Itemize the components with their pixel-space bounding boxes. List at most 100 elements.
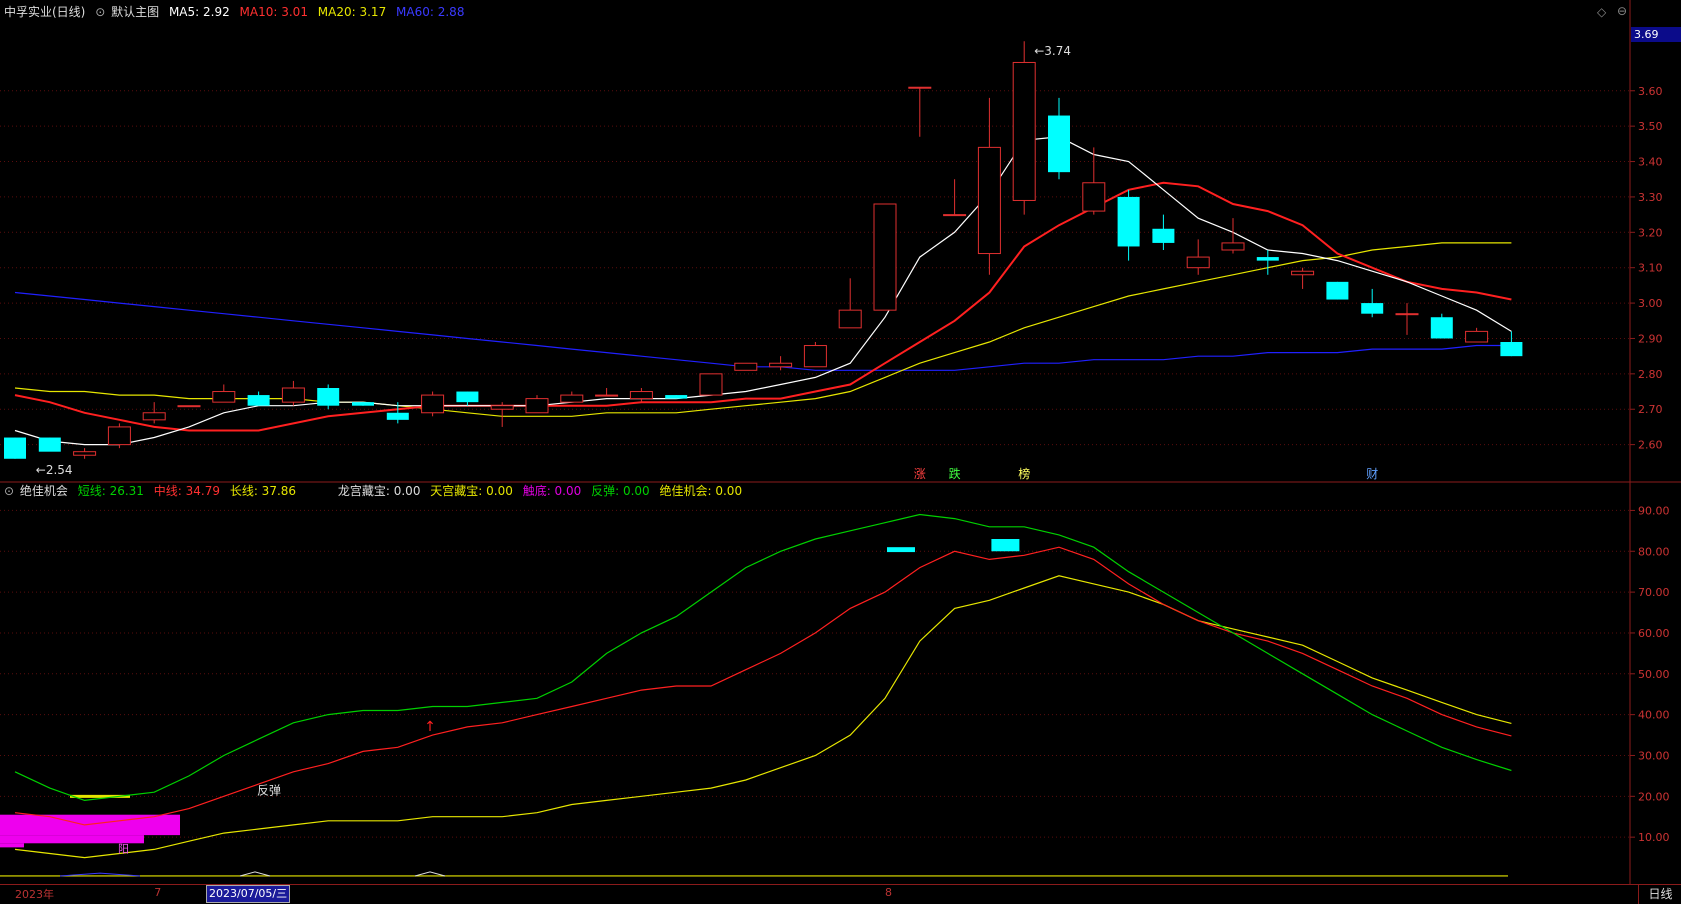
small-wave: [414, 871, 446, 877]
indicator-extra-2: 天宫藏宝: 0.00: [430, 484, 513, 498]
indicator-header: ⊙ 绝佳机会 短线: 26.31 中线: 34.79 长线: 37.86 龙宫藏…: [4, 484, 748, 498]
candle: [456, 391, 479, 403]
candle: [212, 391, 236, 403]
indicator-axis-label-3: 60.00: [1638, 627, 1670, 640]
candle: [1048, 115, 1070, 173]
template-icon[interactable]: ⊙: [95, 5, 105, 19]
peak-marker: [991, 539, 1020, 552]
candle: [629, 391, 653, 400]
event-marker-0: 涨: [914, 466, 926, 481]
candle: [595, 394, 619, 397]
mid-line: [14, 546, 1512, 826]
ma20-line: [14, 242, 1512, 417]
long-line-value: 长线: 37.86: [229, 484, 297, 498]
collapse-icon[interactable]: ⊖: [1617, 4, 1627, 18]
chart-template[interactable]: 默认主图: [111, 5, 159, 19]
peak-marker: [887, 547, 915, 553]
candle: [38, 437, 61, 452]
date-label-1: 7: [154, 886, 162, 899]
price-axis-label-5: 3.10: [1638, 262, 1663, 275]
event-marker-2: 榜: [1018, 466, 1030, 481]
candle: [247, 395, 270, 406]
candle: [1430, 317, 1453, 339]
indicator-axis-label-4: 50.00: [1638, 668, 1670, 681]
ma60-value: MA60: 2.88: [396, 5, 465, 19]
date-label-2: 8: [885, 886, 892, 899]
indicator-settings-icon[interactable]: ⊙: [4, 484, 14, 498]
candle: [1082, 182, 1106, 212]
up-arrow-marker: ↑: [424, 719, 436, 735]
indicator-axis-label-8: 10.00: [1638, 831, 1670, 844]
candle: [1256, 257, 1279, 261]
indicator-extra-5: 绝佳机会: 0.00: [659, 484, 743, 498]
long-line: [14, 575, 1512, 859]
price-axis-label-8: 2.80: [1638, 368, 1663, 381]
candle: [386, 412, 409, 420]
ma60-line: [14, 291, 1512, 371]
candle: [107, 426, 131, 446]
candle: [142, 412, 166, 421]
period-button[interactable]: 日线: [1638, 884, 1681, 904]
fantan-label: 反弹: [257, 783, 281, 797]
candle: [1221, 242, 1245, 251]
indicator-axis-label-0: 90.00: [1638, 504, 1670, 517]
candle: [1500, 342, 1523, 357]
ma20-value: MA20: 3.17: [317, 5, 387, 19]
ma5-value: MA5: 2.92: [168, 5, 230, 19]
candle: [1012, 61, 1036, 201]
price-axis-label-6: 3.00: [1638, 297, 1663, 310]
candle: [769, 362, 793, 368]
candle: [317, 388, 340, 406]
small-wave: [239, 871, 271, 877]
candle: [1291, 270, 1315, 276]
candle: [734, 362, 758, 371]
indicator-axis-label-1: 80.00: [1638, 545, 1670, 558]
current-price-tag: 3.69: [1631, 27, 1681, 42]
price-axis-label-9: 2.70: [1638, 403, 1663, 416]
short-line: [14, 513, 1512, 802]
stock-chart[interactable]: 3.60 3.50 3.40 3.30 3.20 3.10 3.00 2.90 2.80 2.70…: [0, 0, 1681, 903]
candle: [1465, 330, 1489, 343]
event-marker-3: 财: [1366, 467, 1378, 481]
indicator-axis-label-5: 40.00: [1638, 709, 1670, 722]
candle: [4, 437, 26, 459]
candle: [281, 387, 305, 403]
price-axis-label-2: 3.40: [1638, 156, 1663, 169]
current-date-label: 2023/07/05/三: [206, 885, 291, 903]
candle: [699, 373, 723, 396]
candle: [1186, 256, 1210, 269]
ma10-value: MA10: 3.01: [239, 5, 308, 19]
candle: [490, 405, 514, 410]
candle: [803, 345, 827, 368]
candle: [352, 402, 374, 406]
candle: [421, 394, 445, 414]
indicator-axis-label-7: 20.00: [1638, 790, 1670, 803]
candle: [873, 203, 897, 311]
price-axis-label-4: 3.20: [1638, 226, 1663, 239]
indicator-extra-3: 触底: 0.00: [522, 484, 582, 498]
date-label-0: 2023年: [15, 888, 54, 901]
indicator-axis-label-2: 70.00: [1638, 586, 1670, 599]
price-axis-label-1: 3.50: [1638, 120, 1663, 133]
candle: [1361, 303, 1384, 314]
price-axis-label-7: 2.90: [1638, 332, 1663, 345]
candle: [1395, 313, 1419, 316]
candle: [943, 214, 967, 217]
short-line-value: 短线: 26.31: [77, 484, 144, 498]
indicator-name[interactable]: 绝佳机会: [20, 484, 68, 498]
yang-label: 阳: [118, 843, 129, 856]
indicator-extra-1: 龙宫藏宝: 0.00: [337, 484, 421, 498]
touch-bottom-bar: [0, 814, 180, 836]
candle: [977, 146, 1001, 255]
price-axis-label-0: 3.60: [1638, 85, 1663, 98]
price-axis-label-10: 2.60: [1638, 439, 1663, 452]
price-axis-label-3: 3.30: [1638, 191, 1663, 204]
diamond-icon[interactable]: ◇: [1597, 5, 1606, 19]
candle: [1152, 228, 1175, 243]
stock-name[interactable]: 中孚实业(日线): [4, 5, 85, 19]
candle: [908, 86, 932, 89]
high-price-annotation: ←3.74: [1034, 44, 1071, 58]
candle: [1326, 281, 1349, 300]
candle: [73, 451, 97, 456]
candle: [838, 309, 862, 329]
